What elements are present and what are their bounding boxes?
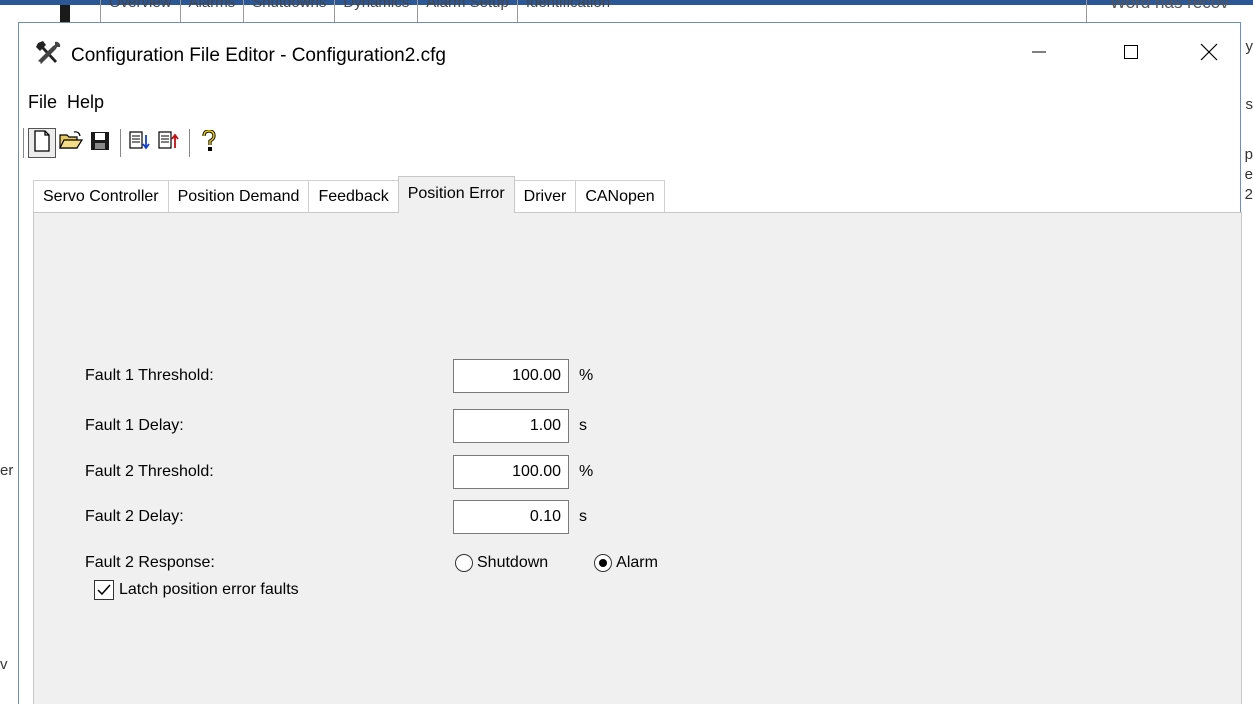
tab-position-demand[interactable]: Position Demand xyxy=(167,180,310,213)
menu-file[interactable]: File xyxy=(19,89,60,115)
fault2-threshold-input[interactable]: 100.00 xyxy=(453,455,569,489)
background-right-fragment: s xyxy=(1245,96,1253,113)
question-mark-icon xyxy=(201,128,217,157)
tab-position-error[interactable]: Position Error xyxy=(397,176,515,213)
fault1-threshold-row: Fault 1 Threshold: 100.00 % xyxy=(85,359,593,393)
toolbar-separator xyxy=(189,129,190,157)
fault2-threshold-unit: % xyxy=(579,463,594,480)
fault1-threshold-input[interactable]: 100.00 xyxy=(453,359,569,393)
close-button[interactable] xyxy=(1177,23,1241,85)
background-tabs: Overview Alarms Shutdowns Dynamics Alarm… xyxy=(100,0,618,22)
latch-faults-label: Latch position error faults xyxy=(119,581,299,598)
fault2-response-label: Fault 2 Response: xyxy=(85,554,215,571)
fault2-threshold-row: Fault 2 Threshold: 100.00 % xyxy=(85,455,593,489)
background-tab: Shutdowns xyxy=(243,0,334,22)
tab-feedback[interactable]: Feedback xyxy=(308,180,399,213)
background-right-fragment: 2 xyxy=(1244,186,1253,203)
minimize-button[interactable] xyxy=(993,23,1085,85)
position-error-panel: Fault 1 Threshold: 100.00 % Fault 1 Dela… xyxy=(33,212,1242,704)
checkmark-icon xyxy=(97,584,111,596)
tab-strip: Servo Controller Position Demand Feedbac… xyxy=(33,176,665,213)
tab-servo-controller[interactable]: Servo Controller xyxy=(33,180,169,213)
background-tab: Alarms xyxy=(179,0,244,22)
fault2-delay-row: Fault 2 Delay: 0.10 s xyxy=(85,500,587,534)
background-divider xyxy=(1086,0,1087,22)
export-icon xyxy=(158,130,180,156)
alarm-radio-option[interactable]: Alarm xyxy=(594,554,658,572)
window-title: Configuration File Editor - Configuratio… xyxy=(71,45,446,66)
export-button[interactable] xyxy=(155,128,183,158)
background-left-dark xyxy=(60,5,70,23)
fault1-threshold-unit: % xyxy=(579,367,594,384)
background-tab: Identification xyxy=(516,0,618,22)
shutdown-radio-label: Shutdown xyxy=(477,554,549,571)
help-button[interactable] xyxy=(195,128,223,158)
tab-driver[interactable]: Driver xyxy=(513,180,577,213)
menu-help[interactable]: Help xyxy=(60,89,111,115)
background-tab: Overview xyxy=(100,0,180,22)
close-icon xyxy=(1200,43,1218,66)
fault2-delay-unit: s xyxy=(579,508,587,525)
toolbar-separator xyxy=(120,129,121,157)
open-folder-icon xyxy=(59,130,84,157)
background-left-fragment: er xyxy=(0,462,14,479)
shutdown-radio-option[interactable]: Shutdown xyxy=(455,554,548,572)
latch-faults-option[interactable]: Latch position error faults xyxy=(94,580,299,600)
fault1-delay-input[interactable]: 1.00 xyxy=(453,409,569,443)
background-right-fragment: p xyxy=(1244,146,1253,163)
new-file-button[interactable] xyxy=(28,128,56,158)
background-right-fragment: e xyxy=(1244,166,1253,183)
fault2-delay-input[interactable]: 0.10 xyxy=(453,500,569,534)
shutdown-radio[interactable] xyxy=(455,554,473,572)
fault1-delay-row: Fault 1 Delay: 1.00 s xyxy=(85,409,587,443)
open-file-button[interactable] xyxy=(57,128,85,158)
toolbar xyxy=(19,125,1240,161)
fault1-delay-label: Fault 1 Delay: xyxy=(85,417,184,434)
import-button[interactable] xyxy=(126,128,154,158)
save-file-button[interactable] xyxy=(86,128,114,158)
new-document-icon xyxy=(32,129,52,157)
background-tab: Dynamics xyxy=(334,0,417,22)
maximize-button[interactable] xyxy=(1085,23,1177,85)
fault2-response-row: Fault 2 Response: Shutdown Alarm xyxy=(85,546,702,580)
menu-bar: File Help xyxy=(19,89,111,115)
background-word-notice: Word has recov xyxy=(1110,0,1229,12)
latch-faults-checkbox[interactable] xyxy=(94,580,114,600)
alarm-radio[interactable] xyxy=(594,554,613,572)
config-editor-window: Configuration File Editor - Configuratio… xyxy=(18,22,1242,704)
background-right-fragment: y xyxy=(1245,38,1253,55)
fault2-delay-label: Fault 2 Delay: xyxy=(85,508,184,525)
fault2-threshold-label: Fault 2 Threshold: xyxy=(85,463,214,480)
alarm-radio-label: Alarm xyxy=(616,554,658,571)
fault1-threshold-label: Fault 1 Threshold: xyxy=(85,367,214,384)
background-tab: Alarm Setup xyxy=(417,0,517,22)
title-bar[interactable]: Configuration File Editor - Configuratio… xyxy=(19,23,1240,85)
hammer-wrench-icon xyxy=(33,39,63,69)
toolbar-grip[interactable] xyxy=(23,128,26,158)
import-icon xyxy=(129,130,151,156)
tab-canopen[interactable]: CANopen xyxy=(575,180,665,213)
minimize-icon xyxy=(1031,44,1047,65)
save-disk-icon xyxy=(90,131,110,156)
background-left-fragment: v xyxy=(0,656,8,673)
fault1-delay-unit: s xyxy=(579,417,587,434)
radio-selected-dot xyxy=(599,559,608,567)
maximize-icon xyxy=(1123,44,1139,65)
